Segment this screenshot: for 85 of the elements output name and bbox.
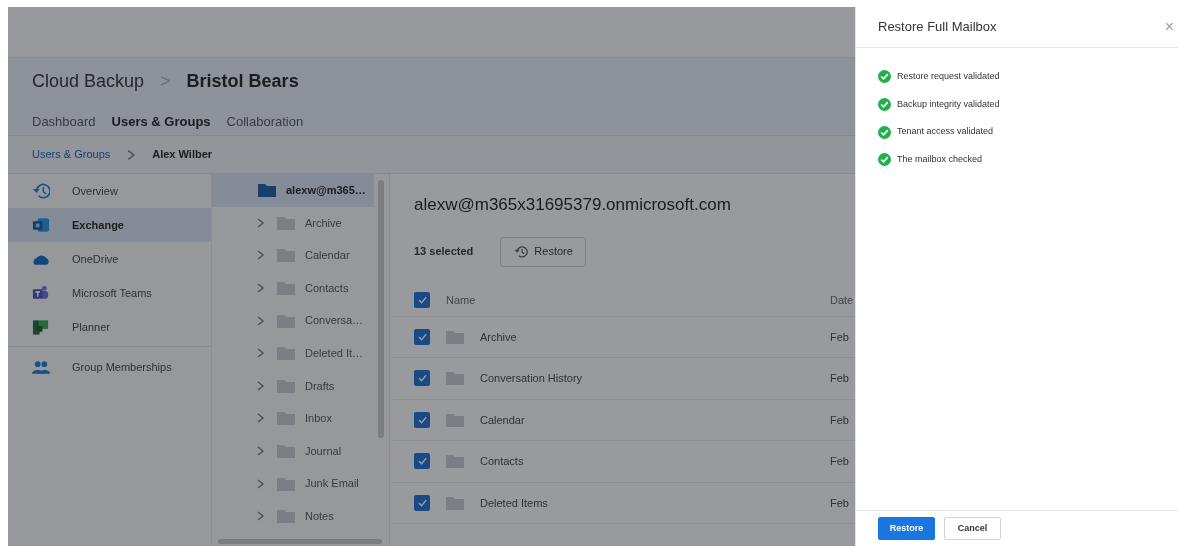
close-button[interactable]: × — [1164, 19, 1178, 35]
checkmark-icon — [417, 415, 427, 424]
cancel-button[interactable]: Cancel — [944, 517, 1001, 540]
organization-title: Bristol Bears — [186, 70, 299, 93]
tree-item[interactable]: Notes — [212, 499, 374, 533]
folder-icon — [446, 329, 464, 344]
tree-item[interactable]: Deleted It… — [212, 336, 374, 370]
tree-item[interactable]: Inbox — [212, 402, 374, 435]
tree-item[interactable]: Junk Email — [212, 467, 374, 500]
table-cell-text: Feb — [830, 454, 850, 469]
drawer-title: Restore Full Mailbox — [878, 18, 997, 37]
planner-icon — [32, 318, 50, 336]
sidebar-item[interactable]: Group Memberships — [8, 350, 211, 384]
sidebar-item[interactable]: Microsoft Teams — [8, 276, 211, 310]
folder-icon — [277, 281, 295, 296]
checkmark-icon — [417, 332, 427, 341]
checkmark-icon — [417, 374, 427, 383]
chevron-right-icon — [126, 148, 137, 161]
checkmark-icon — [417, 498, 427, 507]
folder-icon — [446, 495, 464, 510]
table-cell-text: Feb — [830, 329, 850, 345]
table-cell-text: Feb — [830, 412, 850, 428]
restore-button[interactable]: Restore — [878, 517, 935, 540]
column-header: Name — [446, 292, 477, 308]
folder-icon — [446, 371, 464, 386]
teams-icon — [32, 284, 50, 302]
table-cell-text: Feb — [830, 371, 850, 386]
checkbox[interactable] — [414, 292, 430, 308]
history-icon — [513, 244, 529, 259]
tree-item[interactable]: Conversa… — [212, 304, 374, 337]
step-label: Backup integrity validated — [897, 97, 1000, 111]
folder-icon — [277, 444, 295, 459]
tree-item[interactable]: Calendar — [212, 239, 374, 272]
scrollbar[interactable] — [378, 180, 384, 438]
folder-icon — [258, 183, 276, 198]
sidebar-item[interactable]: Planner — [8, 310, 211, 344]
checkbox[interactable] — [414, 494, 430, 511]
tree-item[interactable]: Contacts — [212, 271, 374, 305]
checkbox[interactable] — [414, 411, 430, 428]
breadcrumb-separator: > — [160, 70, 171, 93]
sidebar-item[interactable]: Exchange — [8, 208, 211, 242]
folder-icon — [446, 412, 464, 427]
table-cell-text: Contacts — [480, 454, 525, 469]
step-label: Restore request validated — [897, 70, 1000, 84]
tree-item[interactable]: Archive — [212, 206, 374, 240]
folder-icon — [277, 215, 295, 230]
folder-icon — [277, 411, 295, 426]
sidebar-item[interactable]: Overview — [8, 174, 211, 208]
tree-item[interactable]: Journal — [212, 434, 374, 468]
exchange-icon — [32, 216, 50, 234]
step-label: Tenant access validated — [897, 125, 994, 139]
breadcrumb-current: Alex Wilber — [152, 147, 213, 163]
people-icon — [32, 358, 50, 376]
app-title: Cloud Backup — [32, 70, 145, 93]
folder-icon — [277, 378, 295, 393]
table-cell-text: Archive — [480, 329, 518, 345]
checkbox[interactable] — [414, 328, 430, 345]
tree-item[interactable]: alexw@m365… — [212, 174, 374, 207]
column-header: Date — [830, 292, 855, 308]
selection-count: 13 selected — [414, 244, 474, 260]
tree-item[interactable]: Drafts — [212, 369, 374, 403]
table-cell-text: Feb — [830, 495, 850, 511]
table-cell-text: Deleted Items — [480, 495, 549, 511]
checkmark-icon — [417, 296, 427, 304]
folder-icon — [277, 313, 295, 328]
table-cell-text: Calendar — [480, 412, 526, 428]
folder-icon — [446, 454, 464, 469]
nav-tab[interactable]: Dashboard — [32, 112, 96, 132]
table-cell-text: Conversation History — [480, 371, 584, 386]
scrollbar[interactable] — [218, 539, 382, 544]
restore-button[interactable]: Restore — [500, 236, 586, 267]
history-icon — [32, 182, 50, 200]
checkbox[interactable] — [414, 370, 430, 387]
checkmark-icon — [417, 457, 427, 466]
sidebar-item[interactable]: OneDrive — [8, 242, 211, 276]
nav-tab[interactable]: Users & Groups — [111, 112, 211, 132]
breadcrumb-link[interactable]: Users & Groups — [32, 146, 111, 163]
folder-icon — [277, 248, 295, 263]
checkbox[interactable] — [414, 453, 430, 470]
folder-icon — [277, 476, 295, 491]
step-label: The mailbox checked — [897, 153, 983, 167]
folder-icon — [277, 509, 295, 524]
mailbox-title: alexw@m365x31695379.onmicrosoft.com — [414, 194, 732, 216]
nav-tab[interactable]: Collaboration — [226, 112, 304, 132]
folder-icon — [277, 346, 295, 361]
